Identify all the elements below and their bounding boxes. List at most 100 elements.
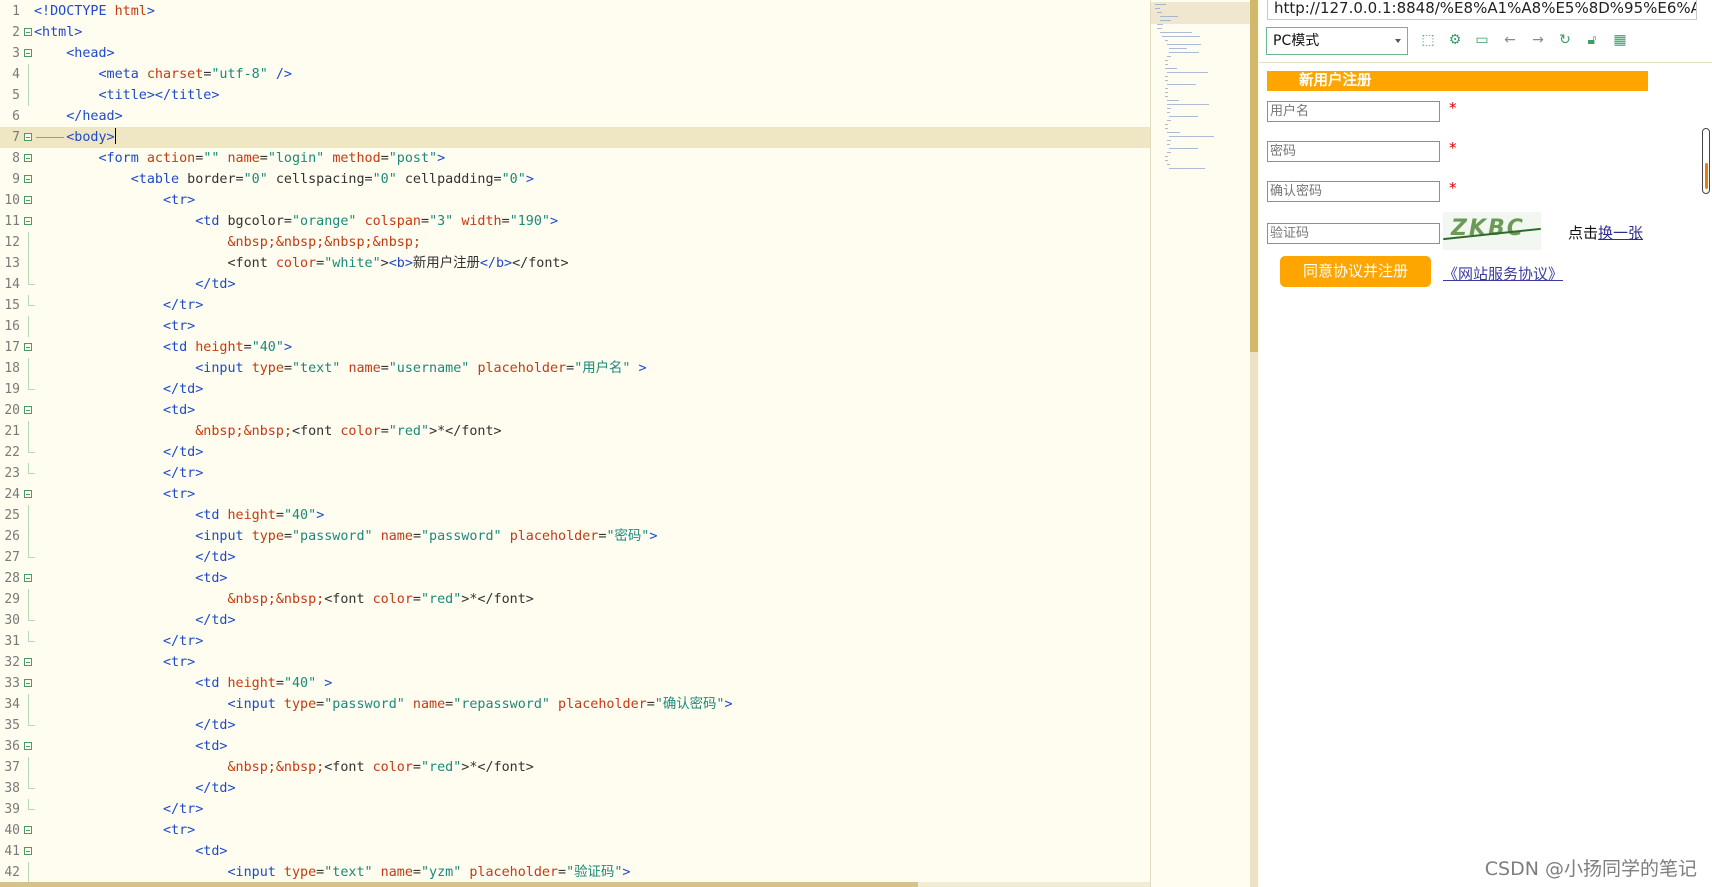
change-captcha-link[interactable]: 换一张	[1598, 224, 1643, 242]
code-line[interactable]: 16 <tr>	[0, 316, 1150, 337]
code-text[interactable]: <table border="0" cellspacing="0" cellpa…	[34, 169, 534, 190]
code-text[interactable]: </td>	[34, 442, 203, 463]
code-text[interactable]: <td>	[34, 736, 227, 757]
code-line[interactable]: 29 &nbsp;&nbsp;<font color="red">*</font…	[0, 589, 1150, 610]
code-text[interactable]: <td bgcolor="orange" colspan="3" width="…	[34, 211, 558, 232]
fold-toggle-icon[interactable]	[24, 217, 32, 225]
code-line[interactable]: 33 <td height="40" >	[0, 673, 1150, 694]
code-line[interactable]: 18 <input type="text" name="username" pl…	[0, 358, 1150, 379]
code-line[interactable]: 22 </td>	[0, 442, 1150, 463]
code-line[interactable]: 10 <tr>	[0, 190, 1150, 211]
code-line[interactable]: 14 </td>	[0, 274, 1150, 295]
code-text[interactable]: <tr>	[34, 316, 195, 337]
code-text[interactable]: &nbsp;&nbsp;<font color="red">*</font>	[34, 421, 501, 442]
fold-toggle-icon[interactable]	[24, 196, 32, 204]
code-text[interactable]: <input type="password" name="repassword"…	[34, 694, 732, 715]
fold-toggle-icon[interactable]	[24, 406, 32, 414]
code-line[interactable]: 11 <td bgcolor="orange" colspan="3" widt…	[0, 211, 1150, 232]
code-line[interactable]: 37 &nbsp;&nbsp;<font color="red">*</font…	[0, 757, 1150, 778]
code-line[interactable]: 36 <td>	[0, 736, 1150, 757]
code-line[interactable]: 4 <meta charset="utf-8" />	[0, 64, 1150, 85]
code-text[interactable]: </td>	[34, 274, 235, 295]
editor-vertical-scrollbar[interactable]	[1250, 0, 1258, 887]
code-line[interactable]: 8 <form action="" name="login" method="p…	[0, 148, 1150, 169]
fold-toggle-icon[interactable]	[24, 49, 32, 57]
code-text[interactable]: <input type="text" name="yzm" placeholde…	[34, 862, 630, 883]
code-line[interactable]: 41 <td>	[0, 841, 1150, 862]
code-line[interactable]: 5 <title></title>	[0, 85, 1150, 106]
code-line[interactable]: 3 <head>	[0, 43, 1150, 64]
code-line[interactable]: 2 <html>	[0, 22, 1150, 43]
code-line[interactable]: 38 </td>	[0, 778, 1150, 799]
code-text[interactable]: <tr>	[34, 190, 195, 211]
username-input[interactable]: 用户名	[1267, 101, 1440, 122]
fold-toggle-icon[interactable]	[24, 679, 32, 687]
preview-scrollbar-thumb[interactable]	[1705, 163, 1708, 189]
code-line[interactable]: 9 <table border="0" cellspacing="0" cell…	[0, 169, 1150, 190]
fold-toggle-icon[interactable]	[24, 847, 32, 855]
code-line[interactable]: 27 </td>	[0, 547, 1150, 568]
service-agreement-link[interactable]: 《网站服务协议》	[1443, 263, 1563, 284]
code-line[interactable]: 42 <input type="text" name="yzm" placeho…	[0, 862, 1150, 883]
qrcode-icon[interactable]: ▦	[1611, 31, 1629, 49]
code-text[interactable]: <td>	[34, 400, 195, 421]
code-text[interactable]: </td>	[34, 379, 203, 400]
fold-toggle-icon[interactable]	[24, 343, 32, 351]
code-line[interactable]: 35 </td>	[0, 715, 1150, 736]
code-text[interactable]: </td>	[34, 778, 235, 799]
code-text[interactable]: <tr>	[34, 484, 195, 505]
code-text[interactable]: <!DOCTYPE html>	[34, 1, 155, 22]
minimap[interactable]	[1150, 0, 1251, 887]
code-text[interactable]: <input type="text" name="username" place…	[34, 358, 646, 379]
code-line[interactable]: 25 <td height="40">	[0, 505, 1150, 526]
agree-register-button[interactable]: 同意协议并注册	[1280, 256, 1431, 287]
code-text[interactable]: <td>	[34, 841, 227, 862]
code-text[interactable]: <meta charset="utf-8" />	[34, 64, 293, 85]
open-external-icon[interactable]: ⬚	[1419, 31, 1437, 49]
code-line[interactable]: 6 </head>	[0, 106, 1150, 127]
code-text[interactable]: </tr>	[34, 295, 203, 316]
code-text[interactable]: &nbsp;&nbsp;<font color="red">*</font>	[34, 589, 533, 610]
captcha-input[interactable]: 验证码	[1267, 223, 1440, 244]
preview-scrollbar[interactable]	[1702, 128, 1710, 194]
fold-toggle-icon[interactable]	[24, 28, 32, 36]
code-line[interactable]: 34 <input type="password" name="repasswo…	[0, 694, 1150, 715]
code-line[interactable]: 15 </tr>	[0, 295, 1150, 316]
code-line[interactable]: 17 <td height="40">	[0, 337, 1150, 358]
mode-select[interactable]: PC模式	[1266, 27, 1408, 55]
back-arrow-icon[interactable]: ←	[1501, 31, 1519, 49]
fold-toggle-icon[interactable]	[24, 490, 32, 498]
code-text[interactable]: </head>	[34, 106, 122, 127]
code-text[interactable]: </tr>	[34, 463, 203, 484]
code-text[interactable]: <td>	[34, 568, 227, 589]
horizontal-scrollbar[interactable]	[0, 882, 1150, 887]
console-icon[interactable]: ▭	[1473, 31, 1491, 49]
editor-vertical-scrollbar-thumb[interactable]	[1250, 0, 1258, 352]
code-line[interactable]: 32 <tr>	[0, 652, 1150, 673]
code-line[interactable]: 28 <td>	[0, 568, 1150, 589]
code-text[interactable]: <body>	[34, 127, 116, 148]
refresh-icon[interactable]: ↻	[1556, 31, 1574, 49]
code-text[interactable]: </tr>	[34, 799, 203, 820]
code-line[interactable]: 40 <tr>	[0, 820, 1150, 841]
fold-toggle-icon[interactable]	[24, 826, 32, 834]
code-text[interactable]: <input type="password" name="password" p…	[34, 526, 657, 547]
url-bar[interactable]: http://127.0.0.1:8848/%E8%A1%A8%E5%8D%95…	[1267, 0, 1697, 20]
code-text[interactable]: <form action="" name="login" method="pos…	[34, 148, 446, 169]
fold-toggle-icon[interactable]	[24, 658, 32, 666]
code-line[interactable]: 23 </tr>	[0, 463, 1150, 484]
code-editor[interactable]: 1 <!DOCTYPE html> 2 <html> 3 <head> 4 <meta c…	[0, 0, 1150, 887]
code-line[interactable]: 30 </td>	[0, 610, 1150, 631]
password-input[interactable]: 密码	[1267, 141, 1440, 162]
code-text[interactable]: <font color="white"><b>新用户注册</b></font>	[34, 253, 568, 274]
fold-toggle-icon[interactable]	[24, 574, 32, 582]
code-line[interactable]: 24 <tr>	[0, 484, 1150, 505]
lock-icon[interactable]: 🔓︎	[1583, 31, 1601, 49]
code-line[interactable]: 12 &nbsp;&nbsp;&nbsp;&nbsp;	[0, 232, 1150, 253]
code-line[interactable]: 39 </tr>	[0, 799, 1150, 820]
code-text[interactable]: <tr>	[34, 652, 195, 673]
code-text[interactable]: </td>	[34, 547, 235, 568]
code-text[interactable]: </tr>	[34, 631, 203, 652]
code-text[interactable]: </td>	[34, 715, 235, 736]
code-text[interactable]: <title></title>	[34, 85, 220, 106]
